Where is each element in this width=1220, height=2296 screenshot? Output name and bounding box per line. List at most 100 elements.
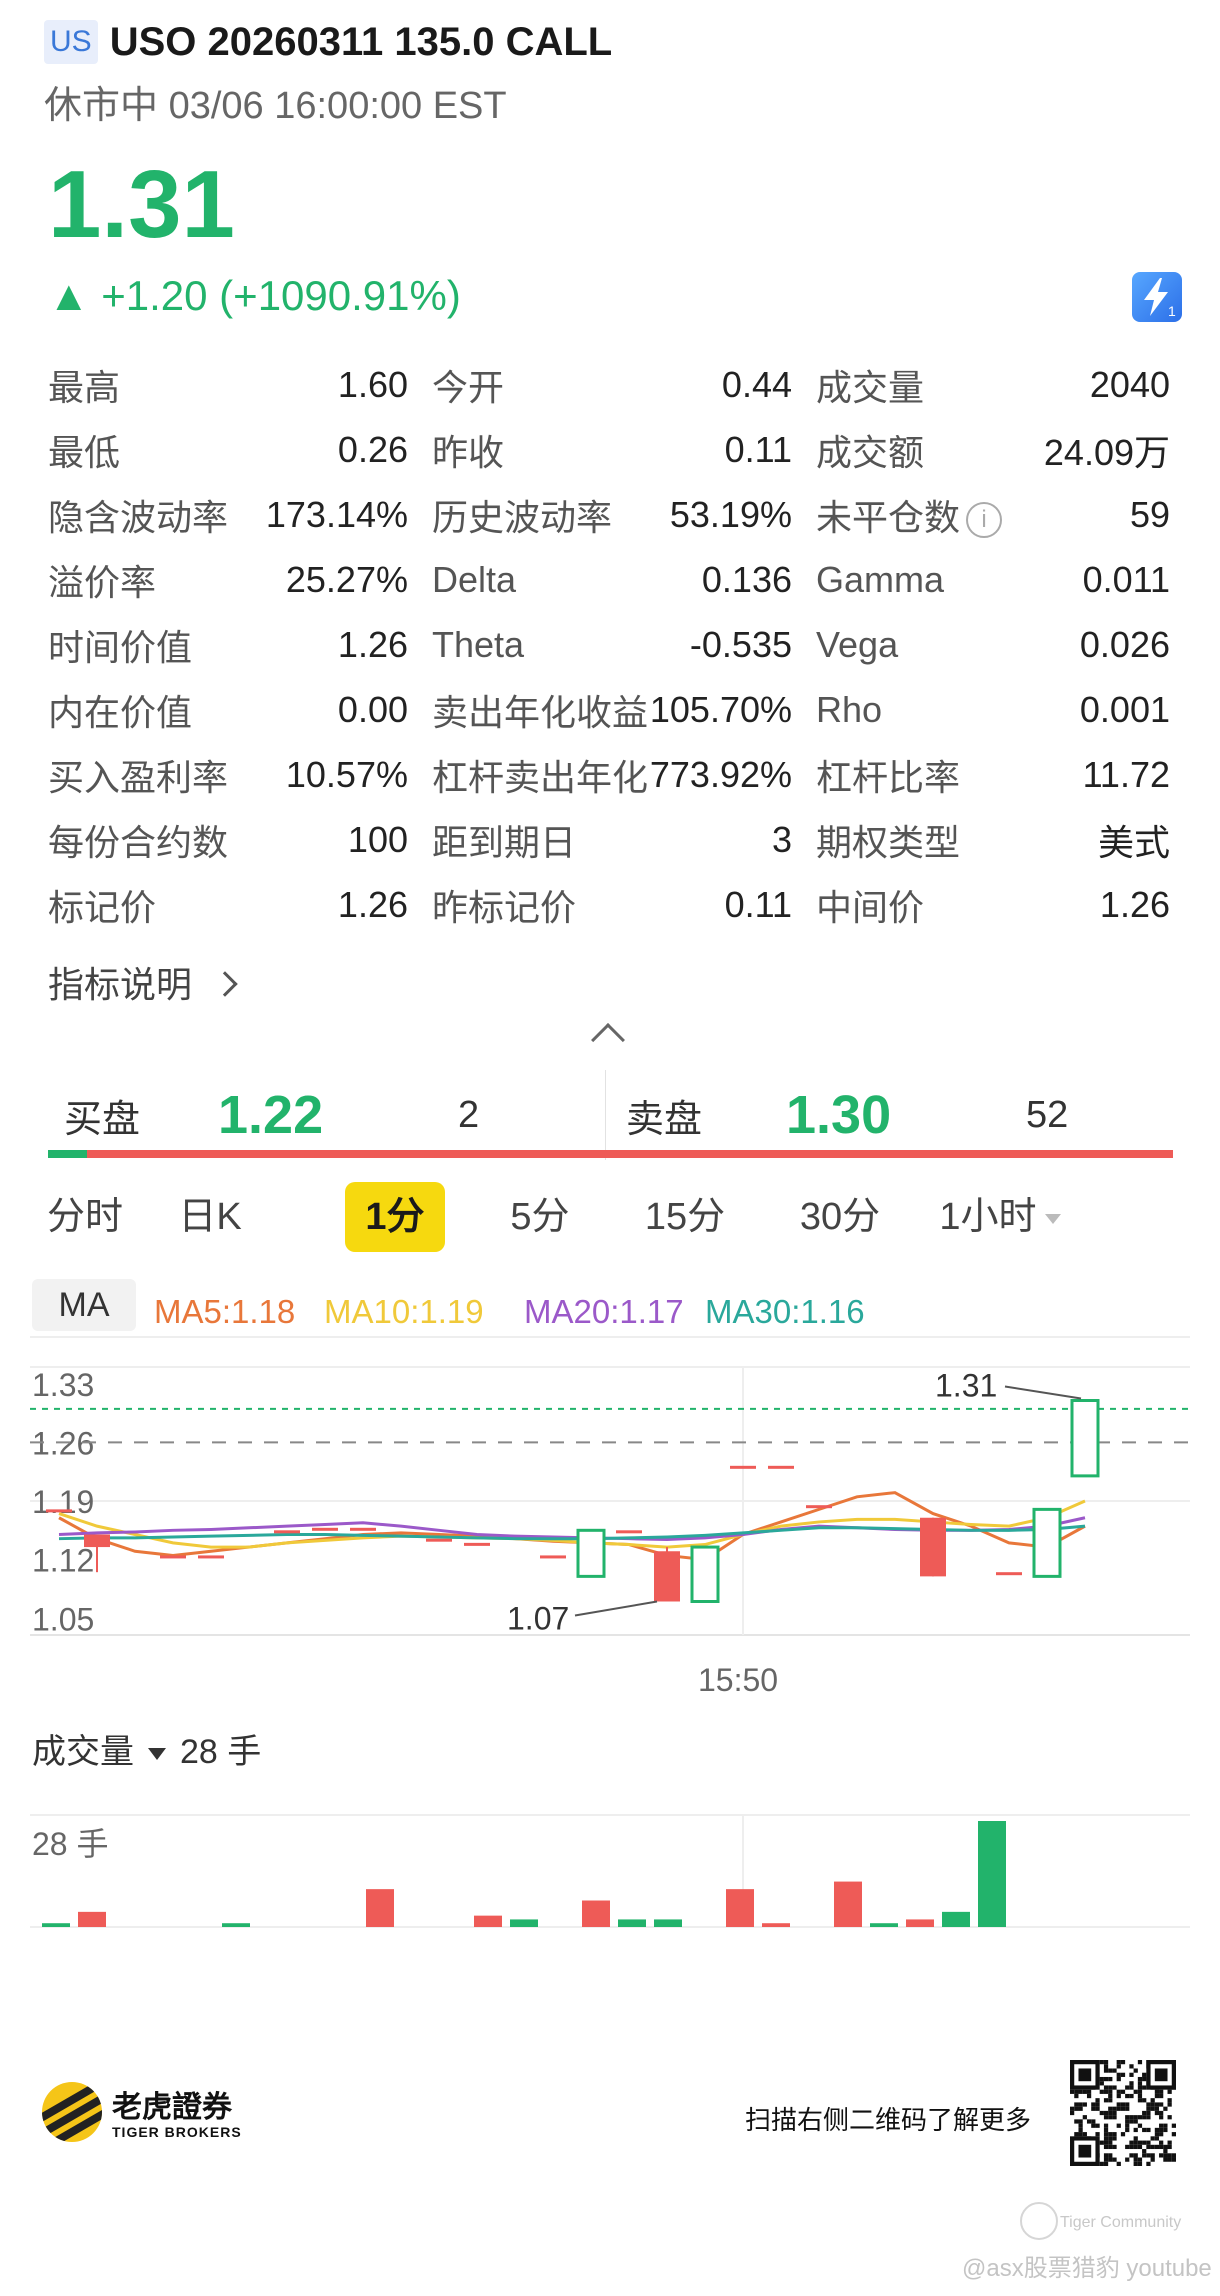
candle-body: [654, 1551, 680, 1602]
candle-body: [996, 1572, 1022, 1576]
tiger-logo-icon: [42, 2082, 102, 2142]
stat-value: 0.026: [1079, 623, 1170, 665]
stat-value: 105.70%: [649, 688, 792, 730]
stat-value: 1.26: [337, 623, 408, 665]
y-tick-label: 1.05: [32, 1601, 94, 1637]
indicator-explanation-link[interactable]: 指标说明: [48, 956, 238, 1008]
status-text: 休市中: [44, 85, 159, 127]
bid-ask-ratio-bar: [48, 1150, 1173, 1158]
stats-row: 买入盈利率 10.57% 杠杆卖出年化 773.92% 杠杆比率 11.72: [48, 742, 1178, 807]
stat-cell: 内在价值 0.00: [48, 684, 408, 736]
volume-header[interactable]: 成交量 28 手: [32, 1724, 261, 1773]
stat-cell: 历史波动率 53.19%: [432, 489, 792, 541]
tab-7[interactable]: 1小时: [930, 1182, 1070, 1252]
candle-body: [350, 1527, 376, 1531]
bid-price: 1.22: [218, 1085, 324, 1145]
candle-body: [274, 1530, 300, 1534]
stats-row: 时间价值 1.26 Theta -0.535 Vega 0.026: [48, 612, 1178, 677]
stat-value: 11.72: [1082, 753, 1170, 795]
tab-label: 5分: [510, 1196, 570, 1238]
qr-code-icon: [1070, 2060, 1176, 2166]
candle-body: [576, 1528, 606, 1578]
chevron-up-icon[interactable]: [591, 1023, 625, 1057]
stat-value: 0.11: [724, 883, 792, 925]
candle-body: [312, 1527, 338, 1531]
tab-label: 30分: [799, 1196, 881, 1238]
chevron-right-icon: [212, 971, 238, 998]
candle-body: [616, 1530, 642, 1534]
stat-value: -0.535: [689, 623, 792, 665]
bid-ratio-fill: [48, 1150, 88, 1158]
volume-bar: [870, 1923, 898, 1927]
bid-side: 买盘 1.22 2: [48, 1070, 605, 1160]
stat-label: 内在价值: [48, 691, 193, 733]
tab-6[interactable]: 30分: [785, 1182, 895, 1252]
stats-row: 溢价率 25.27% Delta 0.136 Gamma 0.011: [48, 547, 1178, 612]
stats-row: 最高 1.60 今开 0.44 成交量 2040: [48, 352, 1178, 417]
stat-value: 53.19%: [669, 493, 792, 535]
candle-body: [1032, 1507, 1062, 1578]
stat-cell: 每份合约数 100: [48, 814, 408, 866]
stat-label: 溢价率: [48, 561, 157, 603]
tab-5[interactable]: 15分: [630, 1182, 740, 1252]
last-price: 1.31: [48, 151, 235, 258]
stat-label: 中间价: [816, 886, 925, 928]
stats-row: 内在价值 0.00 卖出年化收益 105.70% Rho 0.001: [48, 677, 1178, 742]
stat-label: Vega: [816, 623, 899, 665]
scan-hint: 扫描右侧二维码了解更多: [745, 2105, 1032, 2135]
stat-value: 10.57%: [285, 753, 408, 795]
stat-value: 773.92%: [649, 753, 792, 795]
stat-cell: 杠杆比率 11.72: [816, 749, 1170, 801]
stats-row: 标记价 1.26 昨标记价 0.11 中间价 1.26: [48, 872, 1178, 937]
stat-cell: 成交量 2040: [816, 359, 1170, 411]
share-footer: 老虎證券 TIGER BROKERS 扫描右侧二维码了解更多: [40, 2060, 1180, 2170]
stat-cell: Vega 0.026: [816, 624, 1170, 666]
logo-text-cn: 老虎證券: [112, 2091, 232, 2124]
ma-legend-ma5: MA5:1.18: [154, 1293, 295, 1330]
x-tick-label: 15:50: [698, 1662, 778, 1698]
bid-size: 2: [458, 1093, 480, 1136]
stat-value: 25.27%: [285, 558, 408, 600]
volume-max-label: 28 手: [32, 1826, 109, 1862]
tab-1[interactable]: 分时: [40, 1182, 130, 1252]
y-tick-label: 1.12: [32, 1543, 94, 1579]
tab-3[interactable]: 1分: [345, 1182, 445, 1252]
volume-bar: [726, 1889, 754, 1927]
candle-body: [198, 1555, 224, 1559]
market-badge: US: [44, 20, 98, 64]
contract-title: USO 20260311 135.0 CALL: [109, 19, 613, 64]
stat-value: 0.001: [1079, 688, 1170, 730]
candle-body: [1070, 1399, 1100, 1478]
ask-price: 1.30: [786, 1085, 892, 1145]
order-book-divider: [605, 1070, 606, 1160]
stat-label: 时间价值: [48, 626, 193, 668]
stat-value: 24.09万: [1043, 431, 1170, 473]
status-datetime: 03/06 16:00:00 EST: [168, 85, 507, 127]
stat-cell: 隐含波动率 173.14%: [48, 489, 408, 541]
stat-value: 0.11: [724, 428, 792, 470]
tab-label: 1分: [365, 1196, 425, 1238]
stat-cell: Rho 0.001: [816, 689, 1170, 731]
stat-cell: Delta 0.136: [432, 559, 792, 601]
volume-bar: [978, 1821, 1006, 1927]
tab-4[interactable]: 5分: [490, 1182, 590, 1252]
stat-label-group: 未平仓数 i: [816, 489, 1003, 541]
ma-indicator-button[interactable]: MA: [32, 1279, 136, 1331]
tab-2[interactable]: 日K: [160, 1182, 260, 1252]
stat-label: Delta: [432, 558, 517, 600]
volume-bar: [654, 1919, 682, 1927]
high-annotation-leader: [1004, 1385, 1082, 1400]
stat-label: Gamma: [816, 558, 945, 600]
stat-label: 期权类型: [816, 821, 961, 863]
info-icon[interactable]: i: [966, 501, 1003, 538]
stat-cell: 未平仓数 i 59: [816, 489, 1170, 541]
ask-label: 卖盘: [626, 1098, 703, 1141]
candle-body: [464, 1542, 490, 1546]
stats-row: 最低 0.26 昨收 0.11 成交额 24.09万: [48, 417, 1178, 482]
candlestick-chart[interactable]: MA5:1.18 MA10:1.19 MA20:1.17 MA30:1.16 1.33 1…: [30, 1275, 1190, 1965]
lightning-icon[interactable]: 1: [1132, 272, 1182, 322]
dropdown-triangle-icon: [148, 1748, 166, 1761]
stat-label: Theta: [432, 623, 525, 665]
candle-body: [730, 1465, 756, 1469]
volume-bar: [762, 1923, 790, 1927]
